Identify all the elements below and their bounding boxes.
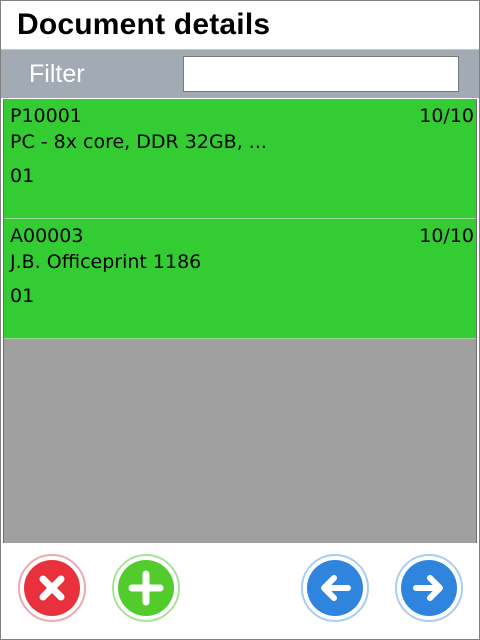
forward-button[interactable] xyxy=(395,554,463,622)
cancel-button[interactable] xyxy=(18,554,86,622)
item-code: A00003 xyxy=(10,225,84,247)
item-location: 01 xyxy=(10,285,35,307)
document-item-list[interactable]: P10001 10/10 PC - 8x core, DDR 32GB, ...… xyxy=(3,99,477,543)
add-button[interactable] xyxy=(112,554,180,622)
item-location: 01 xyxy=(10,165,35,187)
close-circle-icon xyxy=(24,560,80,616)
item-description: J.B. Officeprint 1186 xyxy=(10,251,202,273)
bottom-toolbar xyxy=(1,544,479,639)
item-code: P10001 xyxy=(10,105,82,127)
item-quantity: 10/10 xyxy=(419,105,474,127)
page-title: Document details xyxy=(17,8,271,41)
item-quantity: 10/10 xyxy=(419,225,474,247)
plus-circle-icon xyxy=(118,560,174,616)
title-bar: Document details xyxy=(1,1,479,50)
arrow-left-circle-icon xyxy=(307,560,363,616)
filter-bar: Filter xyxy=(1,50,479,98)
list-item[interactable]: P10001 10/10 PC - 8x core, DDR 32GB, ...… xyxy=(4,99,476,219)
filter-input[interactable] xyxy=(183,56,459,92)
arrow-right-circle-icon xyxy=(401,560,457,616)
back-button[interactable] xyxy=(301,554,369,622)
filter-label: Filter xyxy=(29,59,85,88)
list-item[interactable]: A00003 10/10 J.B. Officeprint 1186 01 xyxy=(4,219,476,339)
screen: Document details Filter P10001 10/10 PC … xyxy=(0,0,480,640)
item-description: PC - 8x core, DDR 32GB, ... xyxy=(10,131,267,153)
